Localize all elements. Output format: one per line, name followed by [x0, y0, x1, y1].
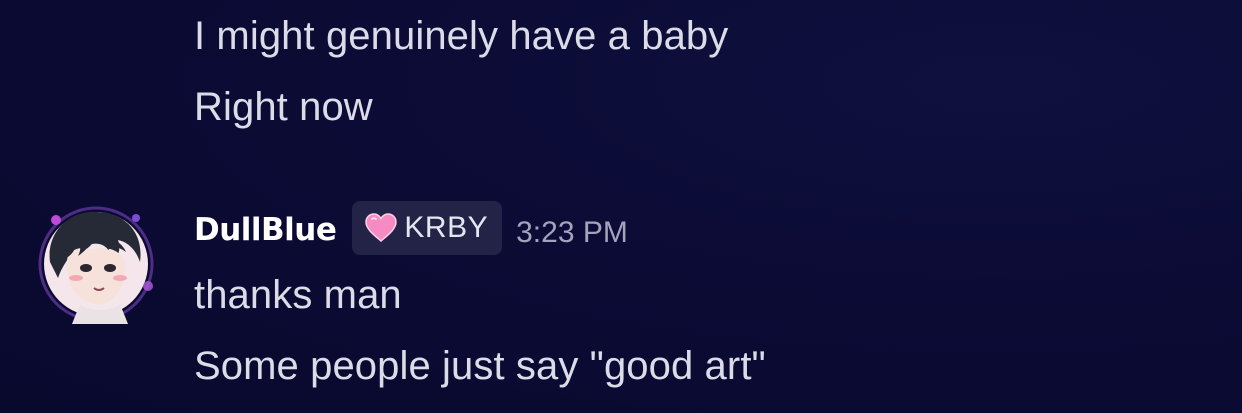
- timestamp: 3:23 PM: [516, 216, 628, 249]
- chat-view: I might genuinely have a baby Right now: [0, 0, 1242, 413]
- avatar[interactable]: [32, 200, 160, 328]
- message-text: Right now: [194, 85, 373, 129]
- username[interactable]: DullBlue: [194, 212, 337, 248]
- message-header: DullBlue KRBY 3:23 PM: [194, 200, 628, 256]
- message-text: thanks man: [194, 273, 402, 317]
- avatar-image: [38, 206, 154, 324]
- tag-label: KRBY: [404, 211, 489, 244]
- pink-heart-icon: [365, 213, 398, 242]
- message-text: Some people just say "good art": [194, 344, 766, 388]
- message-text: I might genuinely have a baby: [194, 14, 729, 58]
- server-tag[interactable]: KRBY: [352, 201, 503, 255]
